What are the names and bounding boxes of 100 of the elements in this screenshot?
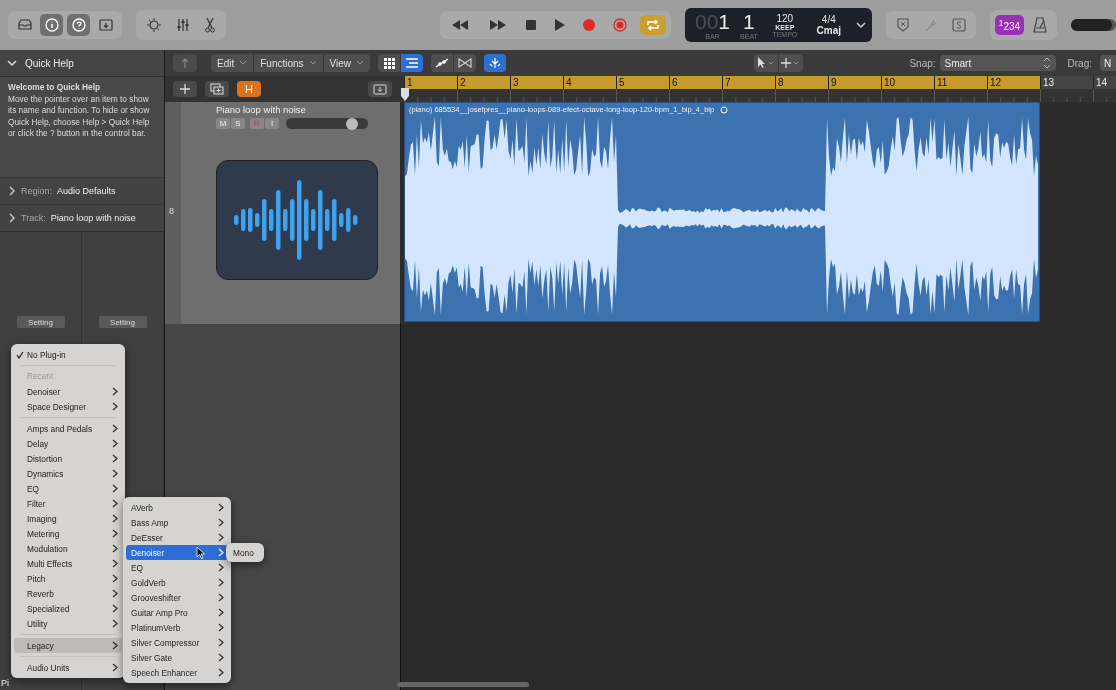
checkmark-icon: [16, 350, 24, 359]
automation-icon[interactable]: [431, 54, 454, 72]
menu-item[interactable]: Dynamics: [14, 466, 122, 481]
beat-number: 1: [743, 10, 755, 33]
menu-item[interactable]: Bass Amp: [126, 515, 228, 530]
menu-item[interactable]: Reverb: [14, 586, 122, 601]
bar-number: 8: [775, 76, 828, 89]
bar-number: 7: [722, 76, 775, 89]
quick-help-header[interactable]: Quick Help: [0, 50, 164, 77]
inspector-section[interactable]: Track: Piano loop with noise: [0, 204, 164, 231]
horizontal-scrollbar[interactable]: [397, 682, 529, 687]
menu-item[interactable]: Utility: [14, 616, 122, 631]
menu-item[interactable]: Amps and Pedals: [14, 421, 122, 436]
menu-item[interactable]: AVerb: [126, 500, 228, 515]
menu-item[interactable]: Silver Compressor: [126, 635, 228, 650]
menu-item[interactable]: Specialized: [14, 601, 122, 616]
quick-help-button[interactable]: [67, 14, 90, 36]
quick-help-heading: Welcome to Quick Help: [8, 82, 102, 94]
volume-knob[interactable]: [345, 117, 358, 130]
menu-item[interactable]: Multi Effects: [14, 556, 122, 571]
menu-item[interactable]: Legacy: [14, 638, 122, 653]
menu-item[interactable]: Audio Units: [14, 660, 122, 675]
menu-item[interactable]: Space Designer: [14, 399, 122, 414]
bar-number: 9: [828, 76, 881, 89]
menu-item[interactable]: Guitar Amp Pro: [126, 605, 228, 620]
plus-icon: [180, 84, 190, 94]
setting-button[interactable]: Setting: [98, 316, 147, 328]
tray-icon: [16, 18, 33, 32]
count-in-button[interactable]: $^{1}$234: [994, 15, 1025, 35]
menu-item[interactable]: Speech Enhancer: [126, 665, 228, 680]
drag-label: Drag:: [1067, 57, 1092, 69]
track-name-fragment: Pi: [1, 678, 9, 688]
crosshair-tool-icon[interactable]: [779, 54, 804, 72]
menu-item[interactable]: Grooveshifter: [126, 590, 228, 605]
download-icon: [373, 83, 387, 95]
chevron-right-icon: [8, 186, 16, 196]
section-label: Track:: [21, 213, 46, 223]
track-header[interactable]: 8 Piano loop with noise M S R I: [165, 102, 400, 324]
download-icon-button[interactable]: [368, 81, 392, 97]
menu-item[interactable]: EQ: [14, 481, 122, 496]
quick-help-text: Move the pointer over an item to show its name and function. To hide or show Quick Help, choose Help > Quick Help or click the ? button in the control bar.: [8, 93, 151, 140]
section-label: Region:: [21, 186, 53, 196]
bar-number: 13: [1040, 76, 1093, 89]
menu-item[interactable]: PlatinumVerb: [126, 620, 228, 635]
waveform-icon: [234, 178, 360, 262]
menu-item[interactable]: EQ: [126, 560, 228, 575]
bar-number: 14: [1093, 76, 1116, 89]
download-icon: [97, 18, 114, 32]
section-value: Audio Defaults: [57, 186, 116, 196]
volume-slider[interactable]: [286, 118, 368, 129]
menu-item[interactable]: Delay: [14, 436, 122, 451]
chevron-down-icon: [7, 59, 17, 67]
flex-icon[interactable]: [454, 54, 477, 72]
menu-item[interactable]: DeEsser: [126, 530, 228, 545]
menu-item[interactable]: Distortion: [14, 451, 122, 466]
bar-number: 1: [404, 76, 457, 89]
bar-number: 4: [563, 76, 616, 89]
snap-label: Snap:: [909, 57, 936, 69]
key-signature: Cmaj: [816, 25, 842, 36]
bar-number: 1: [718, 9, 731, 33]
menu-item[interactable]: Denoiser: [126, 545, 228, 560]
menu-item[interactable]: Mono: [228, 545, 262, 560]
menu-item[interactable]: Imaging: [14, 511, 122, 526]
inspector-button[interactable]: [40, 14, 63, 36]
add-track-button[interactable]: [173, 81, 197, 97]
info-icon: [43, 18, 60, 32]
list-icon[interactable]: [401, 54, 424, 72]
menu-item[interactable]: Metering: [14, 526, 122, 541]
toolbar-menu[interactable]: View: [323, 54, 371, 72]
bar-number: 12: [987, 76, 1040, 89]
inspector-section[interactable]: Region: Audio Defaults: [0, 177, 164, 204]
toolbar-menu[interactable]: Functions: [254, 54, 323, 72]
bar-number: 11: [934, 76, 987, 89]
menu-item[interactable]: Modulation: [14, 541, 122, 556]
chevron-down-icon: [308, 60, 317, 66]
pointer-tool-icon[interactable]: [754, 54, 779, 72]
toolbar-menu[interactable]: Edit: [211, 54, 254, 72]
menu-item[interactable]: No Plug-in: [14, 347, 122, 362]
setting-button[interactable]: Setting: [16, 316, 65, 328]
menu-item[interactable]: Filter: [14, 496, 122, 511]
duplicate-track-button[interactable]: [205, 81, 229, 97]
menu-item[interactable]: Pitch: [14, 571, 122, 586]
catch-icon[interactable]: [484, 54, 507, 72]
bar-number: 6: [669, 76, 722, 89]
menu-item[interactable]: Denoiser: [14, 384, 122, 399]
menu-item[interactable]: Silver Gate: [126, 650, 228, 665]
bar-number: 10: [881, 76, 934, 89]
chevron-down-icon[interactable]: [855, 21, 866, 29]
drag-dropdown[interactable]: N: [1100, 55, 1116, 71]
ruler[interactable]: 1 2 3 4 5 6 7 8 9 10 11 12 13 14: [400, 76, 1116, 102]
cycle-icon: [645, 19, 661, 31]
time-signature: 4/4: [821, 14, 836, 25]
chevron-down-icon: [356, 60, 365, 66]
mouse-pointer-icon: [196, 545, 206, 560]
menu-item[interactable]: GoldVerb: [126, 575, 228, 590]
snap-dropdown[interactable]: Smart: [939, 55, 1056, 71]
quick-help-title: Quick Help: [25, 57, 74, 69]
input-button[interactable]: I: [265, 118, 279, 129]
track-number: 8: [169, 206, 174, 216]
grid-icon[interactable]: [378, 54, 401, 72]
